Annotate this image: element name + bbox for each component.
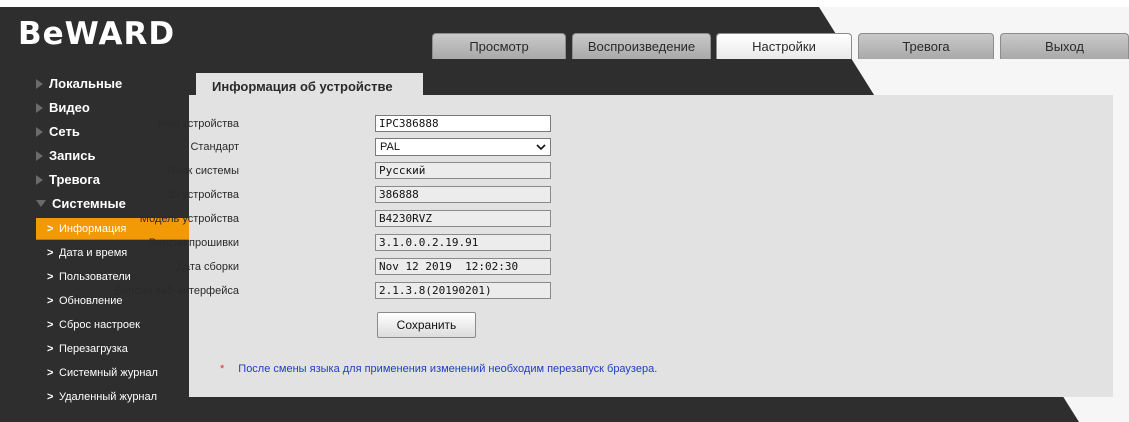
sidebar-item-label: Запись xyxy=(49,148,96,163)
sidebar-subitem-reboot[interactable]: > Перезагрузка xyxy=(36,338,190,360)
collapsed-arrow-icon xyxy=(36,127,43,137)
standard-select-value: PAL xyxy=(380,141,400,153)
sidebar-item-label: Тревога xyxy=(49,172,101,187)
sidebar-subitem-label: Информация xyxy=(59,223,127,235)
form-row-build-date: Дата сборки Nov 12 2019 12:02:30 xyxy=(177,258,789,276)
chevron-down-icon xyxy=(536,144,546,151)
sidebar-subitem-system-log[interactable]: > Системный журнал xyxy=(36,362,190,384)
collapsed-arrow-icon xyxy=(36,151,43,161)
standard-select[interactable]: PAL xyxy=(375,138,551,156)
field-label: Язык системы xyxy=(166,165,239,177)
form-row-standard: Стандарт PAL xyxy=(189,138,789,156)
form-row-web-version: Версия веб-интерфейса 2.1.3.8(20190201) xyxy=(115,282,789,300)
tab-alarm[interactable]: Тревога xyxy=(858,33,994,59)
field-label: Версия веб-интерфейса xyxy=(114,285,239,297)
sidebar-item-label: Видео xyxy=(49,100,90,115)
sidebar-subitem-remote-log[interactable]: > Удаленный журнал xyxy=(36,386,190,408)
sidebar-item-network[interactable]: Сеть xyxy=(36,121,80,143)
sidebar-subitem-reset[interactable]: > Сброс настроек xyxy=(36,314,190,336)
sidebar-subitem-label: Обновление xyxy=(59,295,123,307)
chevron-right-icon: > xyxy=(47,319,54,331)
content-panel: Имя устройства IPC386888 Стандарт PAL Яз… xyxy=(115,95,1113,397)
firmware-version-field: 3.1.0.0.2.19.91 xyxy=(375,234,551,251)
field-label: Дата сборки xyxy=(176,261,239,273)
chevron-right-icon: > xyxy=(47,247,54,259)
chevron-right-icon: > xyxy=(47,223,54,235)
field-label: Версия прошивки xyxy=(148,237,239,249)
save-button[interactable]: Сохранить xyxy=(377,312,476,338)
sidebar-item-video[interactable]: Видео xyxy=(36,97,90,119)
device-id-field: 386888 xyxy=(375,186,551,203)
tab-exit[interactable]: Выход xyxy=(1000,33,1129,59)
field-label: Стандарт xyxy=(190,141,239,153)
form-row-language: Язык системы Русский xyxy=(167,162,789,180)
chevron-right-icon: > xyxy=(47,295,54,307)
sidebar-subitem-label: Дата и время xyxy=(59,247,128,259)
system-language-field: Русский xyxy=(375,162,551,179)
sidebar-item-label: Системные xyxy=(52,196,126,211)
form-row-device-model: Модель устройства B4230RVZ xyxy=(140,210,789,228)
tab-playback[interactable]: Воспроизведение xyxy=(572,33,711,59)
sidebar-item-system[interactable]: Системные xyxy=(36,193,126,215)
field-label: ID устройства xyxy=(168,189,239,201)
page-title-tab: Информация об устройстве xyxy=(196,73,423,101)
form-row-device-name: Имя устройства IPC386888 xyxy=(158,115,789,133)
tab-settings[interactable]: Настройки xyxy=(716,33,852,59)
expanded-arrow-icon xyxy=(36,200,46,207)
sidebar-subitem-label: Удаленный журнал xyxy=(59,391,158,403)
field-label: Имя устройства xyxy=(157,118,239,130)
sidebar-item-label: Сеть xyxy=(49,124,80,139)
sidebar-item-label: Локальные xyxy=(49,76,123,91)
tab-view[interactable]: Просмотр xyxy=(432,33,566,59)
sidebar-subitem-label: Сброс настроек xyxy=(59,319,140,331)
form-row-firmware: Версия прошивки 3.1.0.0.2.19.91 xyxy=(149,234,789,252)
device-model-field: B4230RVZ xyxy=(375,210,551,227)
build-date-field: Nov 12 2019 12:02:30 xyxy=(375,258,551,275)
note-marker: * xyxy=(220,363,225,375)
sidebar-item-local[interactable]: Локальные xyxy=(36,73,122,95)
collapsed-arrow-icon xyxy=(36,103,43,113)
sidebar-subitem-label: Перезагрузка xyxy=(59,343,128,355)
sidebar-item-alarm[interactable]: Тревога xyxy=(36,169,100,191)
web-version-field: 2.1.3.8(20190201) xyxy=(375,282,551,299)
brand-logo: BeWARD xyxy=(18,16,176,52)
chevron-right-icon: > xyxy=(47,271,54,283)
app-window: BeWARD Просмотр Воспроизведение Настройк… xyxy=(0,7,1129,422)
collapsed-arrow-icon xyxy=(36,175,43,185)
field-label: Модель устройства xyxy=(139,213,239,225)
chevron-right-icon: > xyxy=(47,391,54,403)
sidebar-subitem-label: Системный журнал xyxy=(59,367,158,379)
form-row-device-id: ID устройства 386888 xyxy=(168,186,789,204)
chevron-right-icon: > xyxy=(47,343,54,355)
restart-note: * После смены языка для применения измене… xyxy=(220,363,657,375)
sidebar-item-record[interactable]: Запись xyxy=(36,145,95,167)
note-text: После смены языка для применения изменен… xyxy=(238,363,658,375)
device-name-input[interactable]: IPC386888 xyxy=(375,115,551,132)
collapsed-arrow-icon xyxy=(36,79,43,89)
chevron-right-icon: > xyxy=(47,367,54,379)
